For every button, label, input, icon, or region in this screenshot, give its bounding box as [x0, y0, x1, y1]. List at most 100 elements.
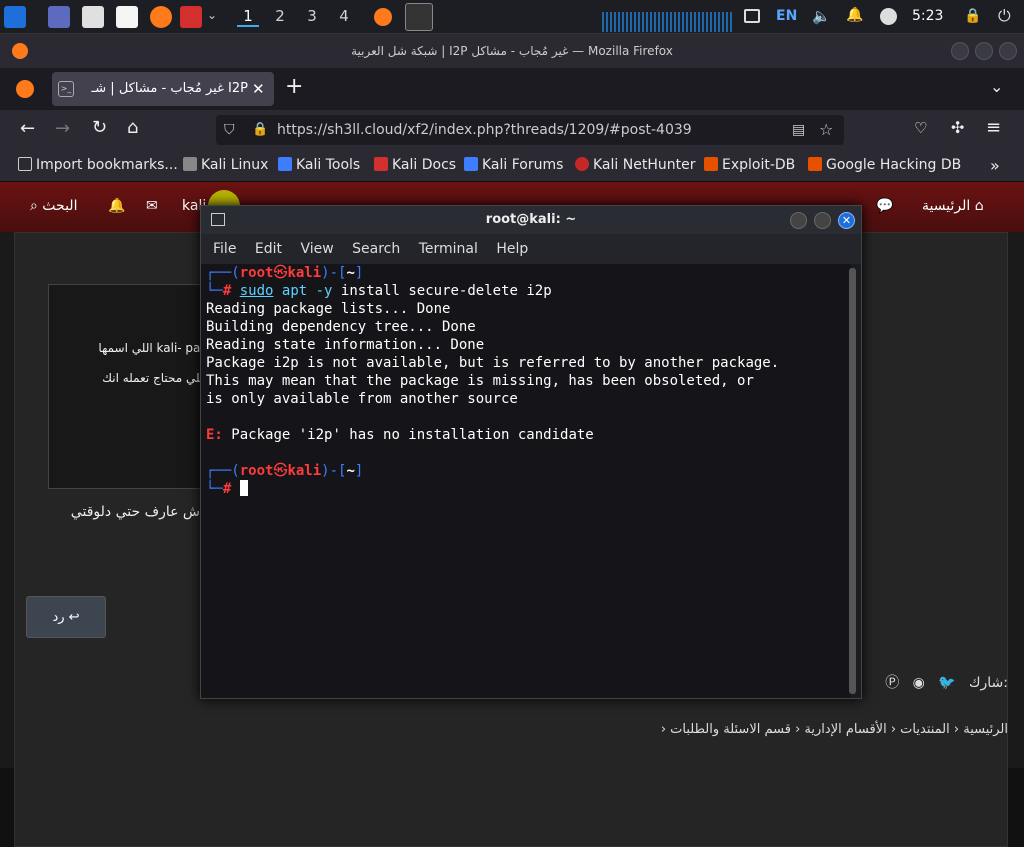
taskbar: ⌄ 1 2 3 4 EN 🔈 🔔 5:23 🔒 ⏻: [0, 0, 1024, 34]
reload-button[interactable]: ↻: [92, 117, 107, 138]
twitter-icon[interactable]: 🐦: [938, 675, 955, 691]
back-button[interactable]: ←: [20, 118, 35, 139]
bookmark-label: Kali Linux: [201, 157, 269, 173]
new-tab-button[interactable]: +: [285, 74, 303, 99]
bookmark-kali-tools[interactable]: Kali Tools: [278, 157, 360, 173]
reddit-icon[interactable]: ◉: [913, 675, 925, 691]
bookmark-exploit-db[interactable]: Exploit-DB: [704, 157, 795, 173]
screen-icon[interactable]: [744, 9, 760, 23]
minimize-button[interactable]: [951, 42, 969, 60]
files-icon[interactable]: [82, 6, 104, 28]
terminal-minimize-button[interactable]: [790, 212, 807, 229]
chat-icon[interactable]: 💬: [876, 198, 893, 214]
bookmark-kali-docs[interactable]: Kali Docs: [374, 157, 456, 173]
tab-active[interactable]: >_ I2P غير مُجاب - مشاكل | شـ ✕: [52, 72, 274, 106]
bell-icon[interactable]: 🔔: [846, 7, 863, 23]
maximize-button[interactable]: [975, 42, 993, 60]
menu-terminal[interactable]: Terminal: [419, 241, 478, 257]
workspace-3[interactable]: 3: [301, 7, 323, 25]
error-message: Package 'i2p' has no installation candid…: [231, 427, 594, 443]
shield-icon[interactable]: ⛉: [224, 115, 235, 145]
share-label: شارك:: [968, 675, 1008, 691]
breadcrumb-item[interactable]: المنتديات: [900, 722, 950, 737]
output-line: Package i2p is not available, but is ref…: [206, 355, 780, 371]
menu-edit[interactable]: Edit: [255, 241, 282, 257]
breadcrumb-item[interactable]: قسم الاسئلة والطلبات: [670, 722, 791, 737]
terminal-close-button[interactable]: ✕: [838, 212, 855, 229]
menu-icon[interactable]: ≡: [986, 117, 1001, 138]
prompt-dir: ~: [346, 463, 355, 479]
cmd-apt: apt: [281, 283, 308, 299]
text-cursor: [239, 480, 248, 496]
nav-search-label: البحث: [42, 198, 78, 214]
terminal-output[interactable]: ┌──(root㉿kali)-[~] └─# sudo apt -y insta…: [201, 264, 851, 698]
terminal-window[interactable]: root@kali: ~ ✕ File Edit View Search Ter…: [200, 205, 862, 699]
list-tabs-icon[interactable]: ⌄: [990, 77, 1003, 96]
terminal-launcher-icon[interactable]: [180, 6, 202, 28]
bookmark-kali-linux[interactable]: Kali Linux: [183, 157, 268, 173]
terminal-icon: [211, 213, 225, 226]
terminal-titlebar[interactable]: root@kali: ~ ✕: [201, 206, 861, 234]
lock-icon[interactable]: 🔒: [964, 8, 981, 24]
kali-menu-icon[interactable]: [4, 6, 26, 28]
editor-icon[interactable]: [116, 6, 138, 28]
output-line: is only available from another source: [206, 391, 518, 407]
window-title: شبكة شل العربية | I2P غير مُجاب - مشاكل …: [0, 34, 1024, 68]
language-indicator[interactable]: EN: [776, 8, 797, 24]
menu-help[interactable]: Help: [496, 241, 528, 257]
prompt-host: kali: [287, 463, 322, 479]
nav-home[interactable]: الرئيسية ⌂: [922, 198, 984, 214]
forward-button[interactable]: →: [55, 118, 70, 139]
terminal-scrollbar[interactable]: [849, 268, 856, 694]
power-icon[interactable]: [880, 8, 897, 25]
lock-icon[interactable]: 🔒: [252, 115, 268, 145]
breadcrumb: الرئيسية ‹ المنتديات ‹ الأقسام الإدارية …: [660, 722, 1008, 737]
bookmark-star-icon[interactable]: ☆: [819, 115, 833, 145]
terminal-task-icon[interactable]: [405, 3, 433, 31]
firefox-task-icon[interactable]: [374, 8, 392, 26]
pinterest-icon[interactable]: Ⓟ: [885, 675, 899, 691]
cmd-flag: -y: [315, 283, 333, 299]
pocket-icon[interactable]: ♡: [914, 119, 927, 137]
firefox-view-icon[interactable]: [16, 80, 34, 98]
more-bookmarks-icon[interactable]: »: [990, 156, 1000, 175]
url-text[interactable]: https://sh3ll.cloud/xf2/index.php?thread…: [277, 115, 692, 145]
reply-button[interactable]: رد ↩: [26, 596, 106, 638]
breadcrumb-item[interactable]: الأقسام الإدارية: [804, 722, 886, 737]
volume-icon[interactable]: 🔈: [812, 7, 831, 25]
bookmark-import[interactable]: Import bookmarks...: [18, 157, 178, 173]
breadcrumb-item[interactable]: الرئيسية: [963, 722, 1008, 737]
ghdb-icon: [808, 157, 822, 171]
terminal-maximize-button[interactable]: [814, 212, 831, 229]
menu-search[interactable]: Search: [352, 241, 400, 257]
bell-icon[interactable]: 🔔: [108, 198, 125, 214]
cmd-sudo: sudo: [239, 283, 274, 299]
home-button[interactable]: ⌂: [127, 117, 138, 138]
close-button[interactable]: [999, 42, 1017, 60]
firefox-launcher-icon[interactable]: [150, 6, 172, 28]
bookmark-label: Kali Forums: [482, 157, 564, 173]
workspace-1[interactable]: 1: [237, 7, 259, 27]
output-line: Reading package lists... Done: [206, 301, 451, 317]
workspace-4[interactable]: 4: [333, 7, 355, 25]
search-icon: ⌕: [30, 198, 43, 214]
desktop-icon[interactable]: [48, 6, 70, 28]
menu-view[interactable]: View: [300, 241, 333, 257]
nav-search[interactable]: ⌕ البحث: [30, 198, 77, 214]
reply-icon: ↩: [68, 610, 80, 625]
url-bar[interactable]: ⛉ 🔒 https://sh3ll.cloud/xf2/index.php?th…: [216, 115, 844, 145]
reader-view-icon[interactable]: ▤: [792, 115, 805, 145]
bookmark-google-hacking-db[interactable]: Google Hacking DB: [808, 157, 961, 173]
chevron-down-icon[interactable]: ⌄: [207, 8, 217, 22]
workspace-2[interactable]: 2: [269, 7, 291, 25]
tab-close-icon[interactable]: ✕: [252, 72, 265, 106]
share-bar: Ⓟ ◉ 🐦 شارك:: [885, 672, 1008, 692]
menu-file[interactable]: File: [213, 241, 236, 257]
logout-icon[interactable]: ⏻: [998, 6, 1011, 26]
cmd-args: install secure-delete i2p: [340, 283, 552, 299]
bookmark-kali-forums[interactable]: Kali Forums: [464, 157, 563, 173]
mail-icon[interactable]: ✉: [146, 198, 158, 214]
bookmark-kali-nethunter[interactable]: Kali NetHunter: [575, 157, 695, 173]
extensions-icon[interactable]: ✣: [951, 118, 964, 137]
kali-tools-icon: [278, 157, 292, 171]
